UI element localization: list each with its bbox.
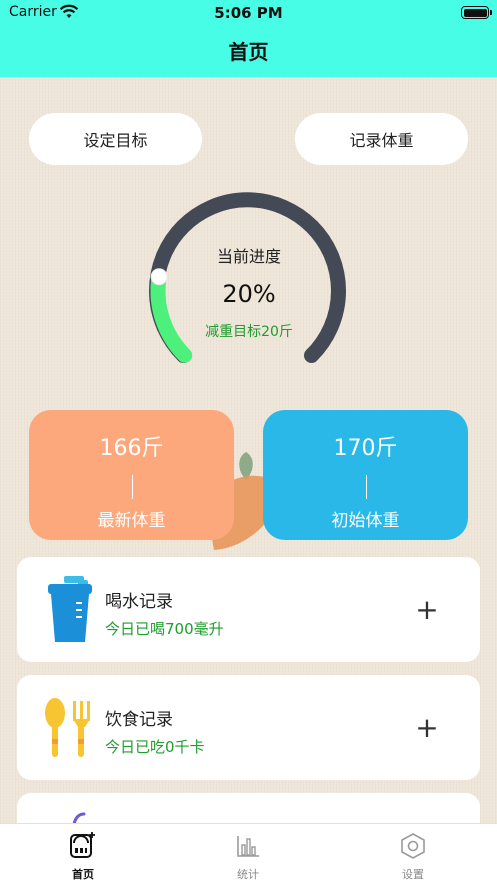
latest-weight-label: 最新体重 bbox=[97, 511, 166, 531]
battery-cap bbox=[490, 10, 492, 15]
spoon-fork-icon bbox=[45, 698, 90, 757]
initial-weight-value: 170斤 bbox=[333, 436, 398, 461]
hexagon-settings-icon bbox=[401, 833, 425, 859]
progress-label: 当前进度 bbox=[216, 247, 281, 266]
food-record-subtitle: 今日已吃0千卡 bbox=[105, 738, 205, 756]
latest-weight-card[interactable]: 166斤 最新体重 bbox=[29, 410, 234, 540]
water-record-subtitle: 今日已喝700毫升 bbox=[105, 620, 224, 638]
page-title: 首页 bbox=[228, 40, 269, 64]
tab-stats-label: 统计 bbox=[237, 868, 259, 881]
water-record-title: 喝水记录 bbox=[105, 592, 173, 612]
tab-home[interactable]: 首页 bbox=[48, 830, 118, 882]
tab-home-label: 首页 bbox=[72, 868, 94, 881]
latest-weight-divider bbox=[131, 475, 133, 499]
scale-icon bbox=[70, 832, 95, 858]
food-record-title: 饮食记录 bbox=[105, 710, 173, 730]
goal-text: 减重目标20斤 bbox=[205, 324, 293, 340]
latest-weight-value: 166斤 bbox=[99, 436, 164, 461]
initial-weight-label: 初始体重 bbox=[331, 511, 400, 531]
tab-settings-label: 设置 bbox=[402, 868, 424, 881]
set-goal-button[interactable]: 设定目标 bbox=[29, 113, 202, 165]
record-weight-button[interactable]: 记录体重 bbox=[295, 113, 468, 165]
tab-settings[interactable]: 设置 bbox=[378, 832, 448, 882]
add-food-button[interactable]: + bbox=[405, 706, 449, 750]
tab-stats[interactable]: 统计 bbox=[213, 833, 283, 882]
initial-weight-divider bbox=[365, 475, 367, 499]
initial-weight-card[interactable]: 170斤 初始体重 bbox=[263, 410, 468, 540]
water-cup-icon bbox=[48, 576, 92, 642]
bar-chart-icon bbox=[237, 836, 259, 857]
add-water-button[interactable]: + bbox=[405, 588, 449, 632]
battery-icon bbox=[461, 6, 489, 19]
progress-value: 20% bbox=[222, 280, 276, 308]
status-time: 5:06 PM bbox=[214, 4, 283, 22]
